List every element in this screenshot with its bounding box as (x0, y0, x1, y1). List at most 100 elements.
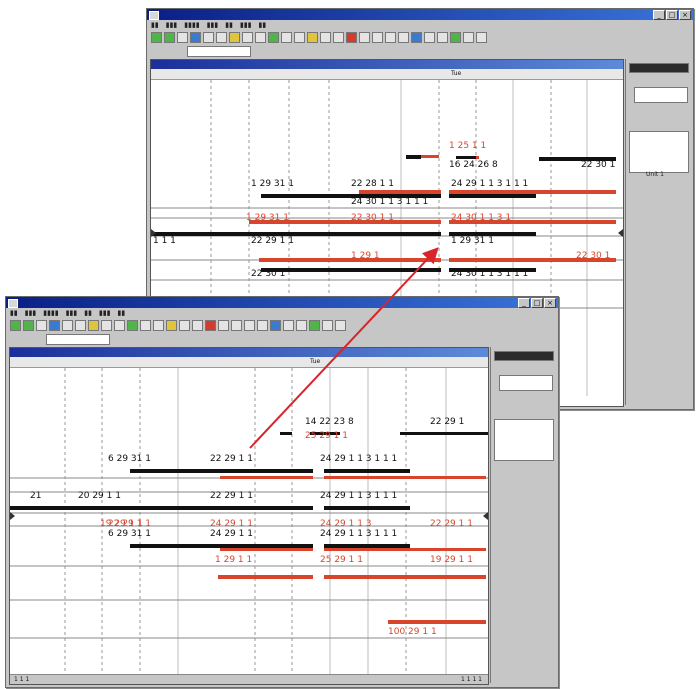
back-side-list[interactable] (629, 131, 689, 173)
back-date-field[interactable] (187, 46, 251, 57)
toolbar-button[interactable] (411, 31, 422, 43)
menu-item[interactable]: ▮▮▮ (207, 20, 219, 30)
toolbar-button[interactable] (49, 319, 60, 331)
schedule-label-red: 22 29 1 1 (430, 519, 473, 529)
toolbar-button[interactable] (322, 319, 333, 331)
toolbar-button[interactable] (216, 31, 227, 43)
minimize-icon[interactable]: _ (518, 298, 530, 308)
toolbar-button[interactable] (385, 31, 396, 43)
schedule-bar-red (220, 548, 313, 551)
menu-item[interactable]: ▮▮ (84, 308, 92, 318)
toolbar-button[interactable] (255, 31, 266, 43)
toolbar-button[interactable] (270, 319, 281, 331)
toolbar-button[interactable] (346, 31, 357, 43)
toolbar-button[interactable] (244, 319, 255, 331)
toolbar-button[interactable] (10, 319, 21, 331)
toolbar-button[interactable] (114, 319, 125, 331)
toolbar-button[interactable] (62, 319, 73, 331)
toolbar-button[interactable] (294, 31, 305, 43)
maximize-icon[interactable]: □ (531, 298, 543, 308)
menu-item[interactable]: ▮▮▮ (166, 20, 178, 30)
schedule-label: 6 29 31 1 (108, 529, 151, 539)
menu-item[interactable]: ▮▮▮ (25, 308, 37, 318)
menu-item[interactable]: ▮▮ (118, 308, 126, 318)
menu-item[interactable]: ▮▮▮▮ (184, 20, 199, 30)
toolbar-button[interactable] (463, 31, 474, 43)
schedule-label-red: 22 29 1 1 (108, 519, 151, 529)
schedule-label: 22 28 1 1 (351, 179, 394, 189)
toolbar-button[interactable] (140, 319, 151, 331)
toolbar-button[interactable] (36, 319, 47, 331)
schedule-bar-black (400, 432, 488, 435)
schedule-label-red: 1 25 1 1 (449, 141, 486, 151)
front-side-input[interactable] (499, 375, 553, 391)
toolbar-button[interactable] (281, 31, 292, 43)
toolbar-button[interactable] (192, 319, 203, 331)
toolbar-button[interactable] (359, 31, 370, 43)
schedule-label-red: 100 29 1 1 (388, 627, 437, 637)
front-date-field[interactable] (46, 334, 110, 345)
toolbar-button[interactable] (218, 319, 229, 331)
toolbar-button[interactable] (88, 319, 99, 331)
close-icon[interactable]: × (544, 298, 556, 308)
toolbar-button[interactable] (476, 31, 487, 43)
toolbar-button[interactable] (203, 31, 214, 43)
minimize-icon[interactable]: _ (653, 10, 665, 20)
toolbar-button[interactable] (283, 319, 294, 331)
toolbar-button[interactable] (309, 319, 320, 331)
menu-item[interactable]: ▮▮▮ (66, 308, 78, 318)
front-toolbar (6, 318, 558, 332)
schedule-label-red: 19 29 1 1 (430, 555, 473, 565)
toolbar-button[interactable] (190, 31, 201, 43)
menu-item[interactable]: ▮▮▮ (99, 308, 111, 318)
toolbar-button[interactable] (333, 31, 344, 43)
toolbar-button[interactable] (75, 319, 86, 331)
toolbar-button[interactable] (268, 31, 279, 43)
toolbar-button[interactable] (101, 319, 112, 331)
toolbar-button[interactable] (450, 31, 461, 43)
menu-item[interactable]: ▮▮ (225, 20, 233, 30)
toolbar-button[interactable] (398, 31, 409, 43)
schedule-label-red: 1 29 31 1 (246, 213, 289, 223)
schedule-label: 24 30 1 1 3 1 1 1 (351, 197, 428, 207)
schedule-bar-black (324, 506, 410, 510)
front-side-list[interactable] (494, 419, 554, 461)
toolbar-button[interactable] (437, 31, 448, 43)
front-side-header (494, 351, 554, 361)
menu-item[interactable]: ▮▮ (10, 308, 18, 318)
schedule-label: 22 29 1 1 (210, 491, 253, 501)
schedule-label: 21 (30, 491, 41, 501)
toolbar-button[interactable] (205, 319, 216, 331)
schedule-label: 24 29 1 1 3 1 1 1 (320, 454, 397, 464)
toolbar-button[interactable] (153, 319, 164, 331)
toolbar-button[interactable] (177, 31, 188, 43)
status-right: 1 1 1 1 (461, 676, 482, 683)
maximize-icon[interactable]: □ (666, 10, 678, 20)
back-side-input[interactable] (634, 87, 688, 103)
menu-item[interactable]: ▮▮ (151, 20, 159, 30)
menu-item[interactable]: ▮▮ (259, 20, 267, 30)
toolbar-button[interactable] (424, 31, 435, 43)
back-title-bar: _ □ × (147, 9, 693, 20)
toolbar-button[interactable] (372, 31, 383, 43)
toolbar-button[interactable] (231, 319, 242, 331)
schedule-label-red: 25 29 1 1 (305, 431, 348, 441)
toolbar-button[interactable] (166, 319, 177, 331)
toolbar-button[interactable] (257, 319, 268, 331)
toolbar-button[interactable] (296, 319, 307, 331)
toolbar-button[interactable] (164, 31, 175, 43)
schedule-label: 22 29 1 1 (251, 236, 294, 246)
toolbar-button[interactable] (179, 319, 190, 331)
toolbar-button[interactable] (23, 319, 34, 331)
menu-item[interactable]: ▮▮▮▮ (43, 308, 58, 318)
toolbar-button[interactable] (242, 31, 253, 43)
toolbar-button[interactable] (229, 31, 240, 43)
close-icon[interactable]: × (679, 10, 691, 20)
menu-item[interactable]: ▮▮▮ (240, 20, 252, 30)
toolbar-button[interactable] (335, 319, 346, 331)
toolbar-button[interactable] (307, 31, 318, 43)
app-icon (8, 299, 18, 308)
toolbar-button[interactable] (127, 319, 138, 331)
toolbar-button[interactable] (320, 31, 331, 43)
toolbar-button[interactable] (151, 31, 162, 43)
